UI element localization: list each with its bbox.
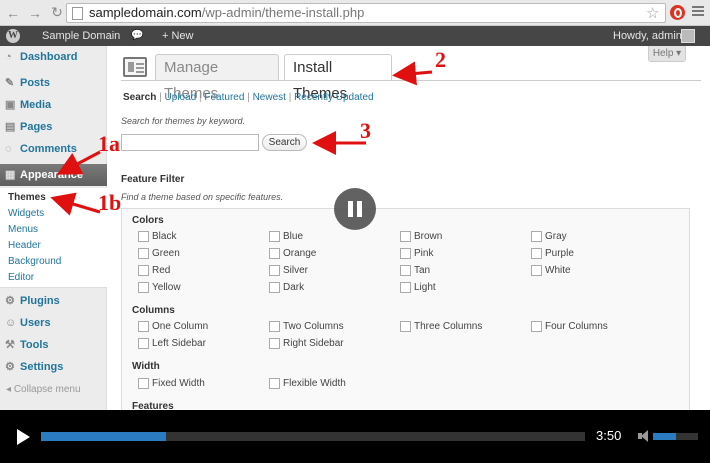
video-frame: ← → ↻ sampledomain.com/wp-admin/theme-in… [0,0,710,410]
arrow-1b [50,192,101,216]
annotation-2: 2 [435,47,446,72]
pause-overlay-button[interactable] [334,188,376,230]
annotation-1a: 1a [98,131,120,156]
volume-level [653,433,676,440]
arrow-1a [56,150,101,175]
seek-progress [41,432,167,441]
arrow-2 [392,61,433,86]
seek-bar[interactable] [41,432,585,441]
video-player-controls: 3:50 [0,410,710,463]
annotation-3: 3 [360,118,371,143]
annotation-1b: 1b [98,190,122,215]
time-display: 3:50 [596,428,622,443]
volume-slider[interactable] [653,433,698,440]
play-icon[interactable] [17,429,30,445]
volume-icon[interactable] [638,430,650,442]
